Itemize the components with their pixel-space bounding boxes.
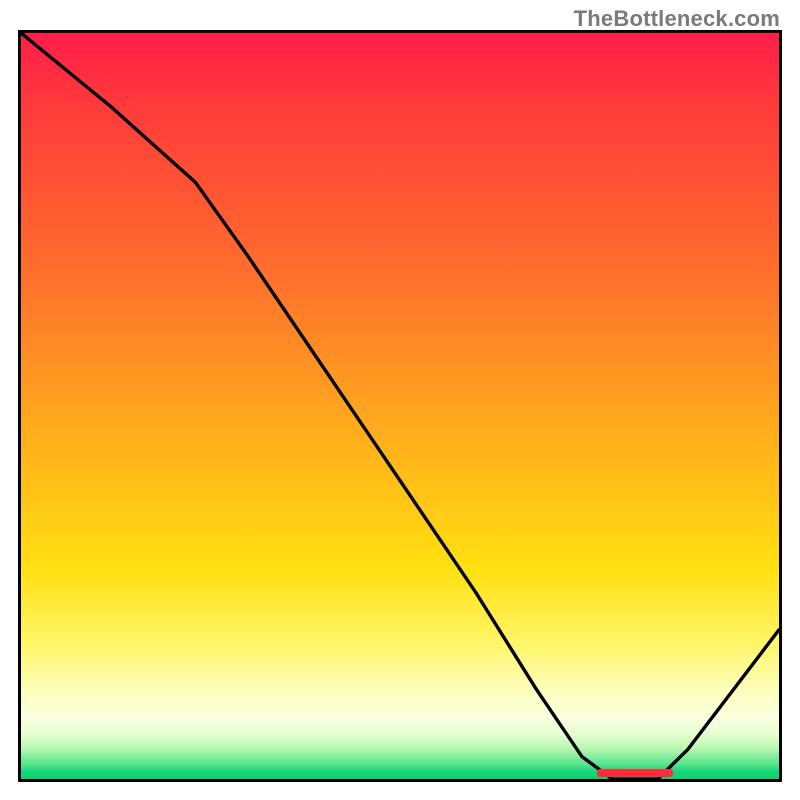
watermark-text: TheBottleneck.com [574, 6, 780, 32]
optimal-range-marker [597, 769, 673, 777]
chart-line [21, 33, 779, 779]
chart-plot-area [18, 30, 782, 782]
chart-container: TheBottleneck.com [0, 0, 800, 800]
